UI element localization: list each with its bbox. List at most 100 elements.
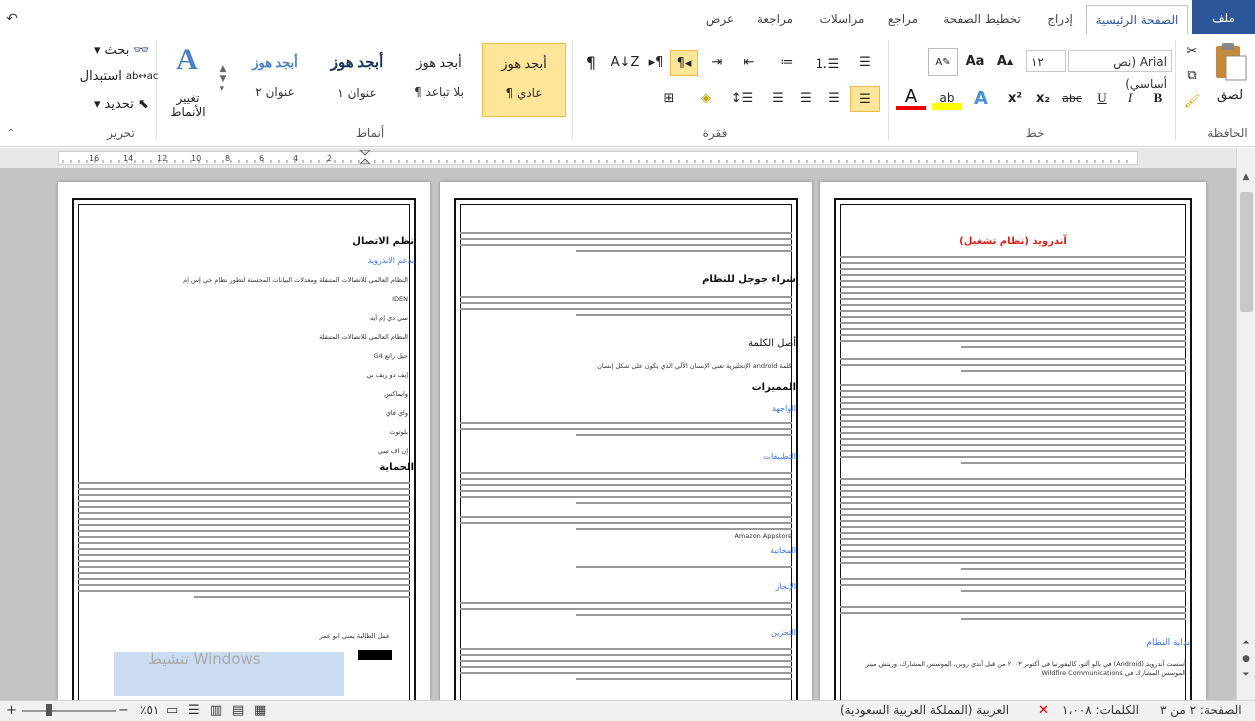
bold-button[interactable]: B — [1146, 86, 1170, 110]
decrease-indent-icon[interactable]: ⇤ — [734, 50, 764, 74]
paragraph-block — [460, 472, 792, 508]
change-styles-button[interactable]: تغيير الأنماط — [160, 88, 216, 122]
find-button[interactable]: ▾ بحث 👓 — [90, 40, 152, 60]
text-line — [840, 450, 1186, 452]
section-subtitle: التخزين — [771, 628, 796, 637]
format-painter-icon[interactable]: 🖌 — [1182, 92, 1202, 110]
tab-file[interactable]: ملف — [1192, 0, 1255, 34]
prev-page-icon[interactable]: ⏶ — [1239, 638, 1253, 652]
page-heading: الحماية — [379, 462, 414, 473]
cut-icon[interactable]: ✂ — [1182, 42, 1202, 60]
text-line — [840, 606, 1186, 608]
undo-icon[interactable]: ↶ — [0, 5, 24, 33]
clear-format-icon[interactable]: A✎ — [928, 48, 958, 76]
underline-button[interactable]: U — [1090, 86, 1114, 110]
italic-button[interactable]: I — [1118, 86, 1142, 110]
language-indicator[interactable]: العربية (المملكة العربية السعودية) — [840, 703, 1009, 717]
sort-icon[interactable]: A↓Z — [611, 50, 640, 74]
zoom-in-icon[interactable]: + — [6, 703, 17, 718]
horizontal-ruler[interactable]: 16 14 12 10 8 6 4 2 — [58, 149, 1138, 165]
line-spacing-icon[interactable]: ↕☰ — [726, 86, 758, 110]
proofing-icon[interactable]: ✕ — [1038, 703, 1049, 718]
show-marks-icon[interactable]: ¶ — [578, 50, 604, 74]
collapse-ribbon-icon[interactable]: ⌃ — [4, 126, 18, 140]
tab-review[interactable]: مراجعة — [748, 5, 802, 33]
page-count[interactable]: الصفحة: ٢ من ٣ — [1160, 703, 1242, 717]
multilevel-list-icon[interactable]: ≔ — [770, 50, 804, 74]
outline-icon[interactable]: ☰ — [188, 703, 200, 718]
tab-insert[interactable]: إدراج — [1040, 5, 1080, 33]
text-line — [840, 292, 1186, 294]
draft-icon[interactable]: ▭ — [166, 703, 178, 718]
font-size-combo[interactable]: ١٢ — [1026, 50, 1066, 72]
copy-icon[interactable]: ⧉ — [1182, 66, 1202, 84]
zoom-slider[interactable] — [22, 710, 116, 712]
style-heading-2[interactable]: أبجد هوز عنوان ٢ — [234, 43, 316, 115]
browse-object-icon[interactable]: ● — [1239, 654, 1253, 668]
text-line — [78, 512, 410, 514]
align-left-button[interactable]: ☰ — [792, 86, 820, 110]
tab-mailings[interactable]: مراسلات — [810, 5, 874, 33]
word-origin-text: كلمة android الإنجليزية تعني الإنسان الآ… — [597, 362, 792, 370]
styles-scroll-icon[interactable]: ▲ ▼ ▾ — [216, 44, 230, 114]
superscript-button[interactable]: x² — [1002, 86, 1028, 110]
text-line — [840, 484, 1186, 486]
tab-references[interactable]: مراجع — [880, 5, 926, 33]
scroll-thumb[interactable] — [1240, 192, 1253, 312]
align-center-button[interactable]: ☰ — [820, 86, 848, 110]
grow-font-icon[interactable]: A ▲ — [990, 48, 1020, 74]
tab-layout[interactable]: تخطيط الصفحة — [934, 5, 1030, 33]
zoom-level[interactable]: ٥١٪ — [140, 703, 159, 717]
text-line — [961, 462, 1186, 464]
rtl-direction-button[interactable]: ¶◂ — [670, 50, 698, 76]
highlight-icon[interactable]: ab — [932, 86, 962, 110]
full-screen-reading-icon[interactable]: ▤ — [232, 703, 244, 718]
change-styles-icon[interactable]: A — [164, 40, 210, 80]
borders-icon[interactable]: ⊞ — [652, 86, 686, 110]
document-page-2[interactable]: شراء جوجل للنظام أصل الكلمة كلمة android… — [440, 182, 812, 700]
tab-home[interactable]: الصفحة الرئيسية — [1086, 5, 1188, 35]
align-right-button[interactable]: ☰ — [850, 86, 880, 112]
text-effects-icon[interactable]: A — [966, 86, 996, 110]
next-page-icon[interactable]: ⏷ — [1239, 670, 1253, 684]
print-layout-icon[interactable]: ▦ — [254, 703, 266, 718]
text-line — [78, 488, 410, 490]
document-page-3[interactable]: نظم الاتصال يدعم الاندرويد النظام العالم… — [58, 182, 430, 700]
web-layout-icon[interactable]: ▥ — [210, 703, 222, 718]
style-preview: أبجد هوز — [416, 55, 462, 70]
word-count[interactable]: الكلمات: ١،٠٠٨ — [1062, 703, 1139, 717]
zoom-out-icon[interactable]: − — [118, 703, 129, 718]
ltr-direction-button[interactable]: ▸¶ — [644, 50, 668, 74]
text-line — [460, 484, 792, 486]
select-arrow-icon: ⬉ — [137, 96, 149, 112]
text-line — [840, 414, 1186, 416]
indent-marker-icon[interactable] — [358, 149, 372, 165]
paste-icon[interactable] — [1210, 38, 1250, 86]
apps-note: Amazon Appstore — [734, 532, 792, 540]
style-no-spacing[interactable]: أبجد هوز ¶ بلا تباعد — [398, 43, 480, 115]
shading-icon[interactable]: ◈ — [690, 86, 722, 110]
justify-button[interactable]: ☰ — [764, 86, 792, 110]
scroll-up-icon[interactable]: ▲ — [1239, 172, 1253, 186]
style-normal[interactable]: أبجد هوز ¶ عادي — [482, 43, 566, 117]
tab-view[interactable]: عرض — [700, 5, 740, 33]
subscript-button[interactable]: x₂ — [1030, 86, 1056, 110]
select-button[interactable]: ▾ تحديد ⬉ — [90, 94, 152, 114]
font-color-icon[interactable]: A — [896, 86, 926, 110]
text-line — [194, 596, 410, 598]
vertical-scrollbar[interactable]: ▲ ⏶ ● ⏷ — [1236, 148, 1255, 700]
shrink-font-icon[interactable]: Aa — [960, 48, 990, 74]
numbering-icon[interactable]: ⒈☰ — [810, 50, 844, 74]
zoom-slider-thumb[interactable] — [46, 704, 52, 716]
paste-button[interactable]: لصق — [1210, 86, 1250, 104]
bullets-icon[interactable]: ☰ — [850, 50, 880, 74]
increase-indent-icon[interactable]: ⇥ — [702, 50, 732, 74]
replace-button[interactable]: استبدال ab↔ac — [80, 66, 159, 86]
page-heading: شراء جوجل للنظام — [702, 274, 796, 285]
style-heading-1[interactable]: أبجد هوز عنوان ١ — [316, 43, 398, 115]
font-name-combo[interactable]: Arial (نص أساسي) — [1068, 50, 1172, 91]
strikethrough-button[interactable]: abc — [1058, 86, 1086, 110]
text-line — [460, 522, 792, 524]
text-line — [840, 408, 1186, 410]
document-page-1[interactable]: آندرويد (نظام تشغيل) بداية النظام أسست آ… — [820, 182, 1206, 700]
